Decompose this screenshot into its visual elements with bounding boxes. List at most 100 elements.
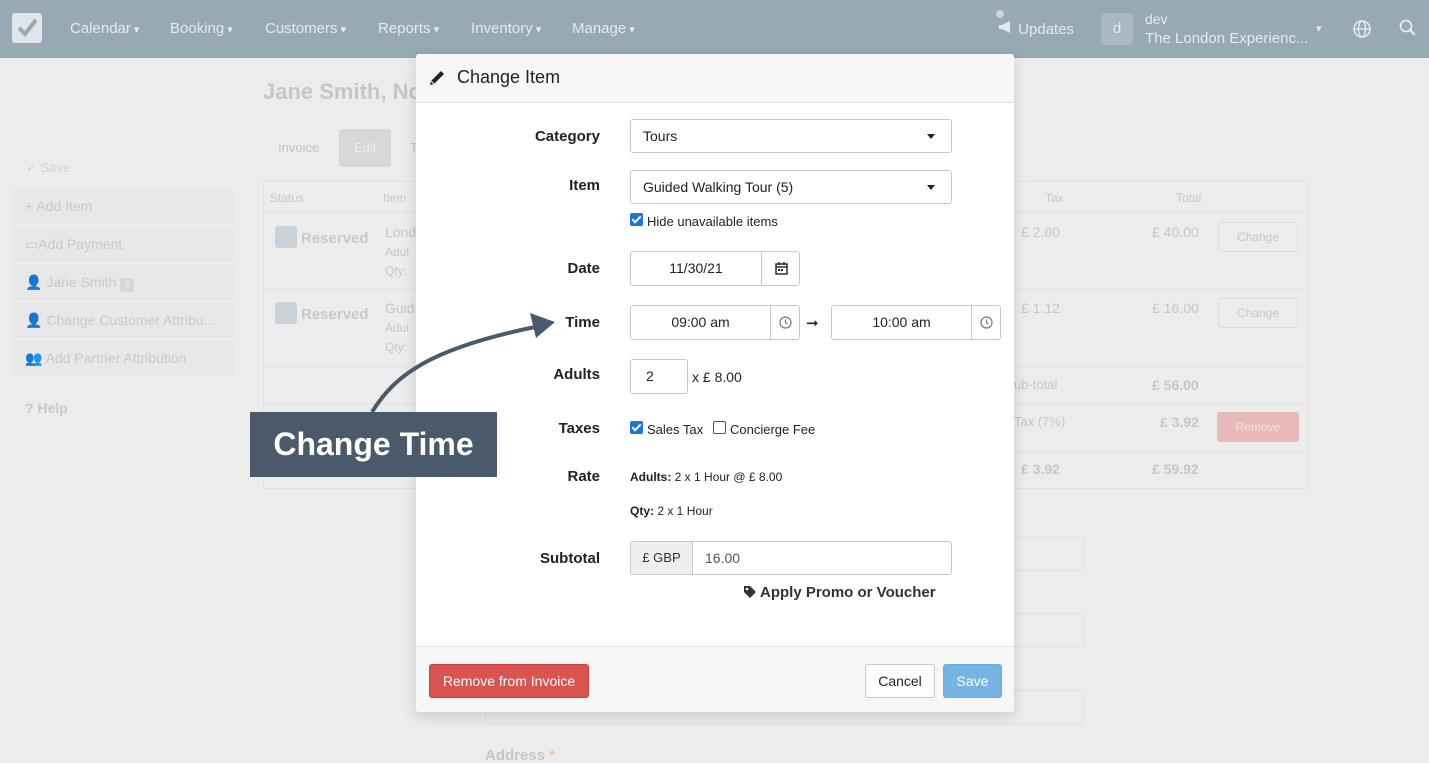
nav-booking[interactable]: Booking [170, 20, 233, 37]
tab-edit[interactable]: Edit [339, 129, 392, 167]
time-end-input[interactable]: 10:00 am [831, 305, 972, 340]
updates-dot [996, 10, 1004, 18]
user-menu-chevron-icon[interactable]: ▾ [1316, 22, 1322, 35]
item-select[interactable]: Guided Walking Tour (5) [630, 170, 952, 204]
row-tax: £ 1.12 [1021, 300, 1060, 316]
save-button[interactable]: Save [943, 664, 1002, 698]
time-start-input[interactable]: 09:00 am [630, 305, 771, 340]
adults-unit-price: x £ 8.00 [692, 369, 742, 385]
table-header-tax: Tax [1045, 191, 1064, 205]
question-circle-icon: ? [25, 400, 34, 416]
nav-manage[interactable]: Manage [572, 20, 635, 37]
tax-label: Tax (7%) [1014, 414, 1066, 429]
nav-calendar[interactable]: Calendar [70, 20, 139, 37]
nav-customers[interactable]: Customers [265, 20, 346, 37]
calendar-icon [775, 262, 788, 275]
users-icon: 👥 [25, 350, 43, 366]
time-start-clock-button[interactable] [770, 305, 800, 340]
app-logo[interactable] [12, 13, 42, 43]
sidebar-label: Help [37, 400, 68, 416]
rate-qty-value: 2 x 1 Hour [657, 504, 713, 518]
address-label: Address * [485, 747, 555, 763]
sidebar-item-add-payment[interactable]: ▭Add Payment [12, 227, 234, 261]
concierge-fee-checkbox[interactable] [713, 421, 726, 434]
date-label: Date [567, 260, 600, 277]
modal-footer: Remove from Invoice Cancel Save [416, 646, 1014, 712]
remove-from-invoice-button[interactable]: Remove from Invoice [429, 664, 589, 698]
row-item: Lond [385, 224, 417, 240]
tab-invoice[interactable]: Invoice [263, 129, 334, 167]
sidebar-item-customer[interactable]: 👤 Jane Smith 4 [12, 265, 234, 299]
row-total: £ 40.00 [1152, 224, 1199, 240]
status-color-swatch [275, 302, 297, 324]
row-change-button[interactable]: Change [1218, 298, 1298, 328]
sales-tax-label: Sales Tax [647, 422, 704, 437]
apply-promo-label: Apply Promo or Voucher [760, 584, 936, 601]
page-title: Jane Smith, No [263, 79, 422, 104]
cancel-button[interactable]: Cancel [865, 664, 935, 698]
sidebar-label: Jane Smith [46, 274, 117, 290]
nav-inventory[interactable]: Inventory [471, 20, 541, 37]
updates-label: Updates [1018, 21, 1075, 38]
nav-reports[interactable]: Reports [378, 20, 439, 37]
date-picker-button[interactable] [761, 251, 800, 286]
user-org[interactable]: The London Experienc... [1145, 30, 1308, 47]
required-mark: * [549, 747, 556, 763]
adults-quantity-input[interactable]: 2 [630, 359, 688, 394]
category-label: Category [534, 128, 600, 145]
status-color-swatch [275, 226, 297, 248]
sidebar-item-help[interactable]: ? Help [12, 391, 234, 425]
customer-count-badge: 4 [120, 278, 134, 292]
row-status: Reserved [301, 230, 369, 247]
clock-icon [779, 316, 792, 329]
megaphone-icon [999, 21, 1010, 33]
rate-label: Rate [567, 468, 600, 485]
tax-value: £ 3.92 [1160, 414, 1199, 430]
rate-qty-key: Qty: [630, 504, 654, 518]
tag-icon [744, 586, 756, 598]
total-tax: £ 3.92 [1021, 461, 1060, 477]
subtotal-value: £ 56.00 [1152, 377, 1199, 393]
search-icon[interactable] [1399, 19, 1417, 37]
row-change-button[interactable]: Change [1218, 222, 1298, 252]
subtotal-input[interactable]: 16.00 [692, 541, 952, 575]
annotation-callout: Change Time [250, 412, 497, 477]
hide-unavailable-checkbox[interactable] [630, 213, 643, 226]
top-navbar: Calendar Booking Customers Reports Inven… [0, 0, 1429, 58]
sidebar-label: Add Partner Attribution [45, 350, 187, 366]
time-end-clock-button[interactable] [971, 305, 1001, 340]
user-icon: 👤 [25, 274, 43, 290]
table-header-item: Item [383, 191, 407, 205]
subtotal-label: Subtotal [540, 550, 600, 567]
user-name[interactable]: dev [1145, 11, 1168, 27]
sales-tax-checkbox[interactable] [630, 421, 643, 434]
change-item-modal: Change Item Category Tours Item Guided W… [416, 54, 1014, 712]
rate-adults-value: 2 x 1 Hour @ £ 8.00 [674, 470, 783, 484]
row-status: Reserved [301, 306, 369, 323]
sidebar-item-add-partner-attribution[interactable]: 👥 Add Partner Attribution [12, 341, 234, 375]
sidebar-label: Change Customer Attribu... [46, 312, 216, 328]
row-item-qty: Qty: [385, 340, 408, 354]
apply-promo-link[interactable]: Apply Promo or Voucher [743, 584, 936, 601]
row-tax: £ 2.80 [1021, 224, 1060, 240]
checkmark-logo-icon [17, 18, 38, 38]
date-input[interactable]: 11/30/21 [630, 251, 762, 286]
remove-tax-button[interactable]: Remove [1217, 412, 1299, 442]
sidebar-item-add-item[interactable]: + Add Item [12, 189, 234, 223]
globe-icon[interactable] [1352, 19, 1372, 39]
sidebar-item-change-customer-attribution[interactable]: 👤 Change Customer Attribu... [12, 303, 234, 337]
row-item-detail: Adul [385, 321, 410, 335]
subtotal-label: ub-total [1014, 377, 1058, 392]
adults-label: Adults [553, 366, 600, 383]
row-item-detail: Adul [385, 245, 410, 259]
nav-updates[interactable]: Updates [998, 20, 1074, 38]
avatar[interactable]: d [1101, 13, 1133, 45]
table-header-total: Total [1176, 191, 1202, 205]
save-link[interactable]: ✓ Save [26, 160, 70, 176]
item-label: Item [569, 177, 600, 194]
rate-adults: Adults: 2 x 1 Hour @ £ 8.00 [630, 470, 782, 484]
currency-addon: £ GBP [630, 541, 693, 575]
hide-unavailable-label: Hide unavailable items [647, 214, 778, 229]
modal-title: Change Item [457, 67, 561, 87]
category-select[interactable]: Tours [630, 119, 952, 153]
